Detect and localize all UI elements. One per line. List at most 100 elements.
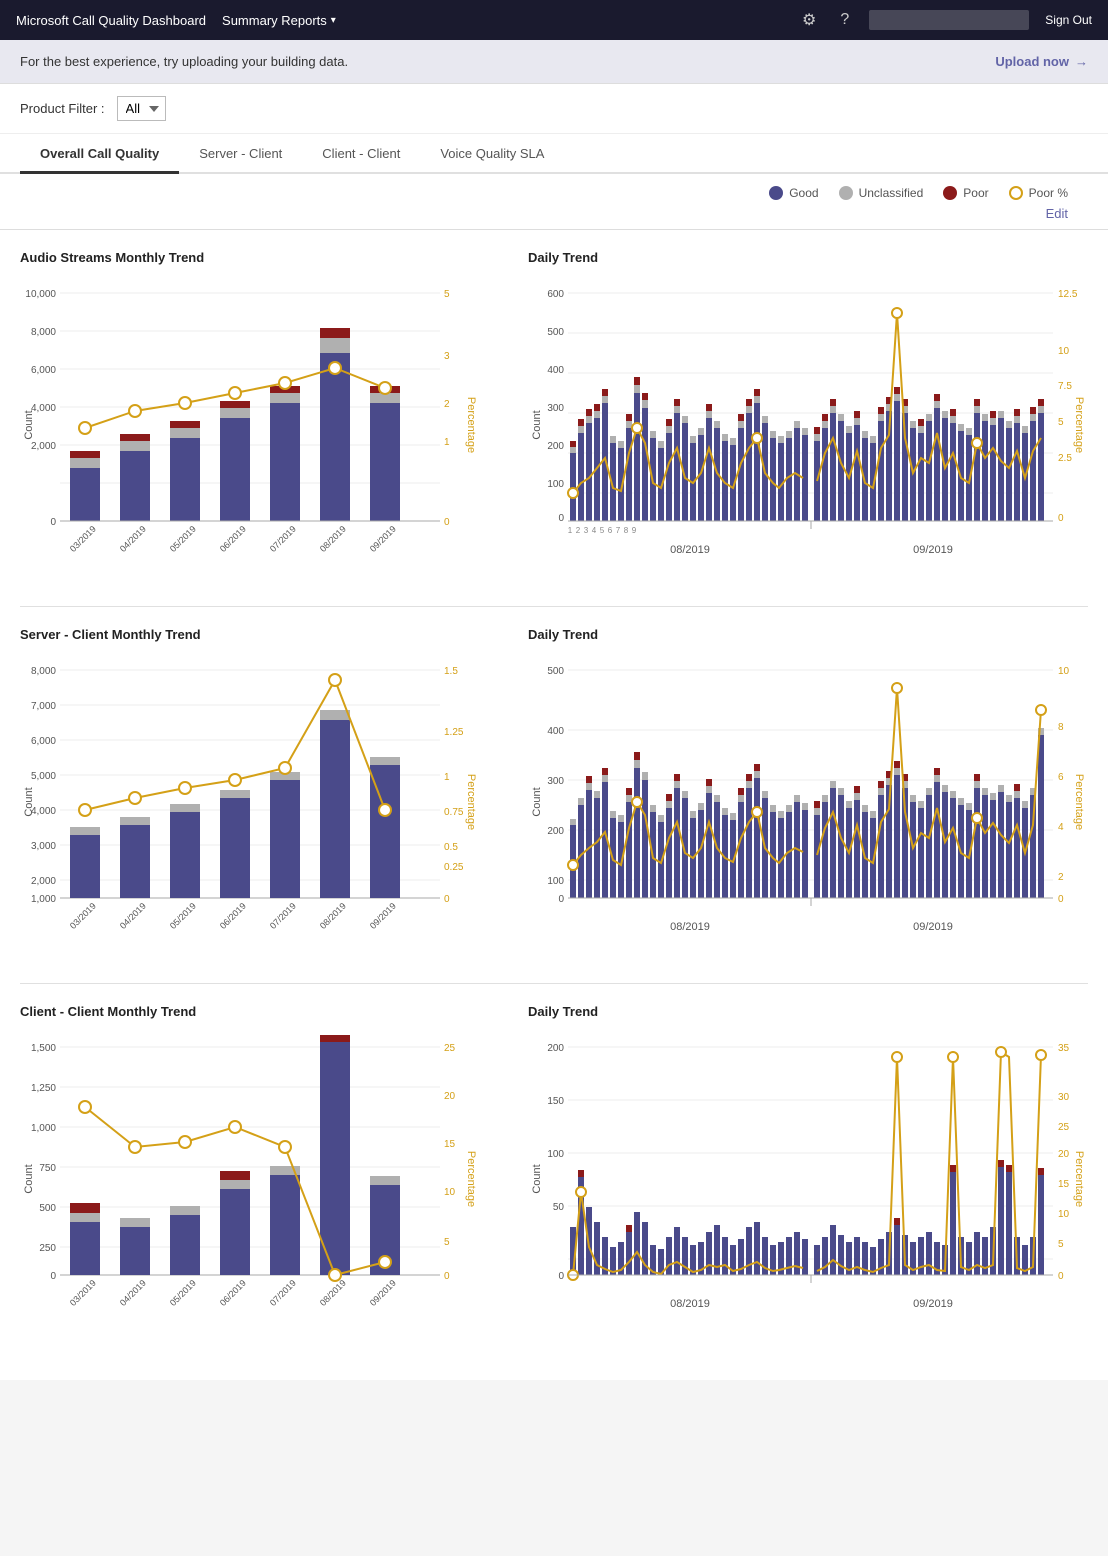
svg-text:3: 3 (444, 351, 450, 362)
nav-chevron: ▾ (331, 15, 336, 26)
svg-text:10,000: 10,000 (25, 289, 56, 300)
legend-poor: Poor (943, 186, 988, 200)
audio-daily-svg: Count Percentage 600 500 400 300 200 100… (528, 273, 1088, 573)
svg-text:Count: Count (23, 410, 35, 439)
svg-text:2.5: 2.5 (1058, 453, 1072, 464)
signout-button[interactable]: Sign Out (1045, 13, 1092, 27)
svg-text:2: 2 (576, 526, 581, 535)
svg-text:10: 10 (1058, 346, 1070, 357)
svg-text:1: 1 (444, 437, 450, 448)
svg-text:7: 7 (616, 526, 621, 535)
tab-server-client[interactable]: Server - Client (179, 134, 302, 174)
svg-text:500: 500 (39, 1203, 56, 1214)
search-input[interactable] (869, 10, 1029, 30)
audio-monthly-title: Audio Streams Monthly Trend (20, 250, 508, 265)
client-client-daily-chart: Daily Trend Count Percentage 200 150 100… (528, 1004, 1088, 1330)
svg-text:Percentage: Percentage (1073, 774, 1085, 830)
svg-text:8,000: 8,000 (31, 327, 56, 338)
svg-text:6: 6 (608, 526, 613, 535)
upload-banner: For the best experience, try uploading y… (0, 40, 1108, 84)
svg-text:35: 35 (1058, 1043, 1070, 1054)
svg-text:1.5: 1.5 (444, 666, 458, 677)
svg-text:3: 3 (584, 526, 589, 535)
svg-text:5: 5 (1058, 417, 1064, 428)
help-icon[interactable]: ? (840, 11, 849, 29)
svg-text:07/2019: 07/2019 (268, 901, 298, 931)
poor-label: Poor (963, 186, 988, 200)
server-client-monthly-chart: Server - Client Monthly Trend Count Perc… (20, 627, 508, 953)
svg-text:0.25: 0.25 (444, 862, 464, 873)
summary-reports-nav[interactable]: Summary Reports ▾ (222, 13, 336, 28)
svg-text:Percentage: Percentage (465, 774, 477, 830)
svg-text:0: 0 (444, 1271, 450, 1282)
svg-text:15: 15 (1058, 1179, 1070, 1190)
svg-text:5: 5 (600, 526, 605, 535)
svg-text:25: 25 (1058, 1122, 1070, 1133)
svg-text:0: 0 (444, 894, 450, 905)
svg-text:600: 600 (547, 289, 564, 300)
server-client-monthly-svg: Count Percentage 8,000 7,000 6,000 5,000… (20, 650, 480, 950)
edit-row: Edit (0, 204, 1108, 230)
svg-text:10: 10 (1058, 1209, 1070, 1220)
banner-text: For the best experience, try uploading y… (20, 54, 348, 69)
tab-voice-quality-sla[interactable]: Voice Quality SLA (420, 134, 564, 174)
svg-text:0: 0 (444, 517, 450, 528)
tab-overall-call-quality[interactable]: Overall Call Quality (20, 134, 179, 174)
legend-good: Good (769, 186, 818, 200)
chart-row-3: Client - Client Monthly Trend Count Perc… (20, 1004, 1088, 1330)
charts-area: Audio Streams Monthly Trend Count Percen… (0, 230, 1108, 1380)
good-dot (769, 186, 783, 200)
svg-text:0: 0 (50, 517, 56, 528)
chart-row-1: Audio Streams Monthly Trend Count Percen… (20, 250, 1088, 576)
svg-text:15: 15 (444, 1139, 456, 1150)
client-client-monthly-svg: Count Percentage 1,500 1,250 1,000 750 5… (20, 1027, 480, 1327)
svg-text:1,250: 1,250 (31, 1083, 56, 1094)
svg-text:09/2019: 09/2019 (368, 524, 398, 554)
header: Microsoft Call Quality Dashboard Summary… (0, 0, 1108, 40)
svg-text:09/2019: 09/2019 (913, 1298, 953, 1310)
svg-text:5: 5 (444, 289, 450, 300)
svg-text:2,000: 2,000 (31, 441, 56, 452)
svg-text:100: 100 (547, 876, 564, 887)
edit-link[interactable]: Edit (1046, 206, 1068, 221)
legend-unclassified: Unclassified (839, 186, 924, 200)
poor-pct-label: Poor % (1029, 186, 1068, 200)
svg-text:12.5: 12.5 (1058, 289, 1078, 300)
tabs-bar: Overall Call Quality Server - Client Cli… (0, 134, 1108, 174)
svg-text:500: 500 (547, 666, 564, 677)
unclassified-dot (839, 186, 853, 200)
svg-text:08/2019: 08/2019 (318, 524, 348, 554)
tab-client-client[interactable]: Client - Client (302, 134, 420, 174)
chart-row-2: Server - Client Monthly Trend Count Perc… (20, 627, 1088, 953)
svg-text:08/2019: 08/2019 (670, 921, 710, 933)
good-label: Good (789, 186, 818, 200)
svg-text:Count: Count (531, 787, 543, 816)
client-client-daily-title: Daily Trend (528, 1004, 1088, 1019)
svg-text:07/2019: 07/2019 (268, 1278, 298, 1308)
svg-text:08/2019: 08/2019 (670, 1298, 710, 1310)
svg-text:04/2019: 04/2019 (118, 524, 148, 554)
unclassified-label: Unclassified (859, 186, 924, 200)
upload-now-link[interactable]: Upload now → (995, 54, 1088, 69)
gear-icon[interactable]: ⚙ (802, 10, 816, 30)
legend-row: Good Unclassified Poor Poor % (0, 174, 1108, 204)
svg-text:Percentage: Percentage (465, 397, 477, 453)
svg-text:100: 100 (547, 479, 564, 490)
svg-text:Percentage: Percentage (1073, 1151, 1085, 1207)
svg-text:1: 1 (568, 526, 573, 535)
svg-text:Percentage: Percentage (465, 1151, 477, 1207)
svg-text:Count: Count (23, 1164, 35, 1193)
svg-text:0.75: 0.75 (444, 807, 464, 818)
nav-label: Summary Reports (222, 13, 327, 28)
svg-text:04/2019: 04/2019 (118, 901, 148, 931)
svg-text:1,500: 1,500 (31, 1043, 56, 1054)
svg-text:8: 8 (1058, 722, 1064, 733)
svg-text:09/2019: 09/2019 (368, 901, 398, 931)
svg-text:03/2019: 03/2019 (68, 524, 98, 554)
svg-text:20: 20 (1058, 1149, 1070, 1160)
svg-text:0: 0 (50, 1271, 56, 1282)
svg-text:0: 0 (558, 894, 564, 905)
svg-text:2: 2 (444, 399, 450, 410)
svg-text:08/2019: 08/2019 (670, 544, 710, 556)
product-filter-select[interactable]: All (117, 96, 166, 121)
